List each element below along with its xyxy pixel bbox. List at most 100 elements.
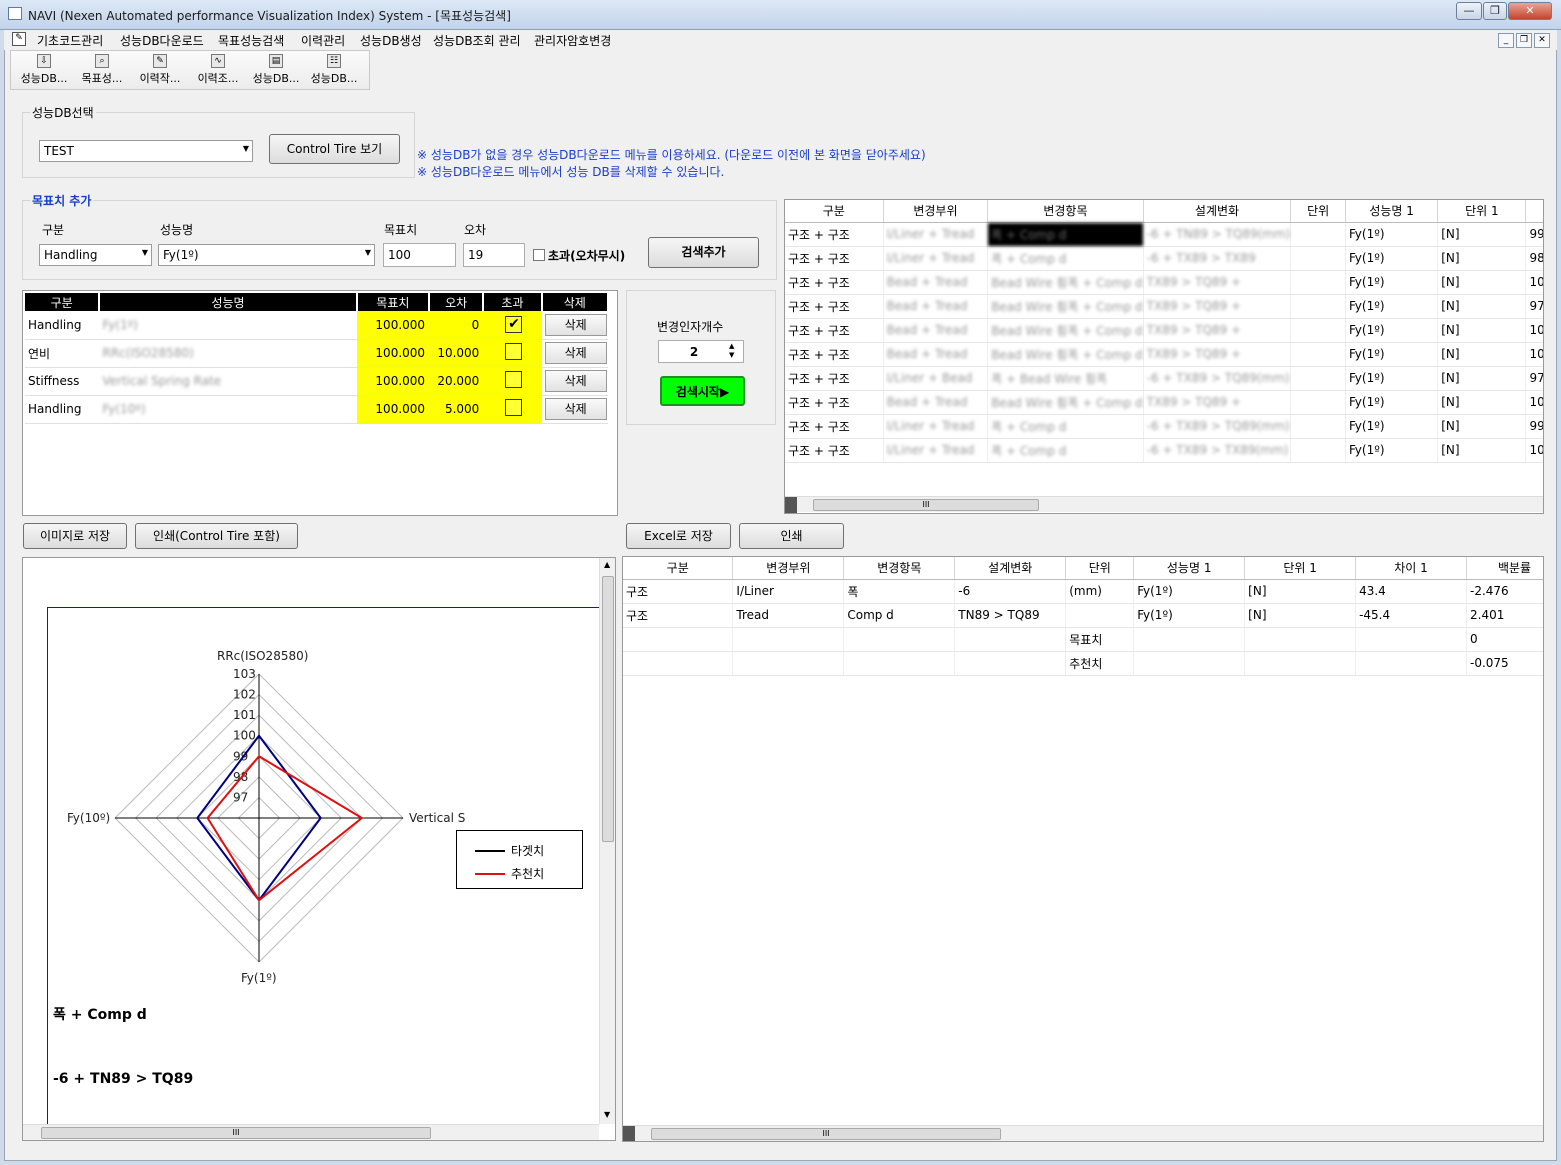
- delete-button[interactable]: 삭제: [544, 313, 607, 336]
- toolbar-history-view[interactable]: ∿ 이력조...: [189, 54, 247, 86]
- legend-swatch-target: [475, 850, 505, 852]
- table-row[interactable]: 구조 I/Liner 폭 -6 (mm) Fy(1º) [N] 43.4 -2.476: [623, 579, 1543, 604]
- radar-tick-label: 101: [233, 708, 256, 722]
- detail-panel: 구분 변경부위 변경항목 설계변화 단위 성능명 1 단위 1 차이 1 백분률 구조 I/Lin…: [622, 556, 1544, 1142]
- close-icon[interactable]: ✕: [1508, 2, 1552, 20]
- menu-item-history[interactable]: 이력관리: [301, 32, 345, 49]
- delete-button[interactable]: 삭제: [544, 370, 607, 392]
- notepad-icon: ✎: [12, 32, 26, 46]
- print-button[interactable]: 인쇄: [739, 523, 844, 549]
- table-row[interactable]: 구조 + 구조 I/Liner + Tread 폭 + Comp d -6 + TX8…: [785, 246, 1543, 271]
- target-add-label: 목표치 추가: [30, 192, 94, 209]
- detail-table: 구분 변경부위 변경항목 설계변화 단위 성능명 1 단위 1 차이 1 백분률 구조 I/Lin…: [623, 557, 1543, 676]
- search-icon: ⌕: [95, 54, 109, 68]
- menu-item-db-download[interactable]: 성능DB다운로드: [120, 32, 204, 49]
- download-icon: ⇩: [37, 54, 51, 68]
- db-select-label: 성능DB선택: [30, 104, 96, 121]
- chart-panel: 97 98 99 100 101 102 103 RRc(ISO28580) Vertical …: [22, 557, 616, 1141]
- table-row[interactable]: Stiffness Vertical Spring Rate 100.000 2…: [25, 367, 608, 396]
- toolbar-target-search[interactable]: ⌕ 목표성...: [73, 54, 131, 86]
- factor-count-label: 변경인자개수: [657, 320, 724, 334]
- scroll-thumb[interactable]: III: [41, 1127, 431, 1139]
- menu-item-codes[interactable]: 기초코드관리: [37, 32, 103, 49]
- menu-item-target-search[interactable]: 목표성능검색: [218, 32, 284, 49]
- chart-legend: 타겟치 추천치: [456, 830, 583, 889]
- radar-axis-label: Vertical S: [409, 811, 465, 825]
- delete-button[interactable]: 삭제: [544, 398, 607, 420]
- save-excel-button[interactable]: Excel로 저장: [626, 523, 731, 549]
- menu-item-password[interactable]: 관리자암호변경: [534, 32, 611, 49]
- table-row[interactable]: 목표치 0: [623, 627, 1543, 652]
- exceed-checkbox[interactable]: [505, 371, 523, 388]
- scroll-thumb[interactable]: [602, 576, 614, 842]
- mdi-minimize-icon[interactable]: _: [1498, 33, 1514, 48]
- table-row[interactable]: 구조 Tread Comp d TN89 > TQ89 Fy(1º) [N] -45.4 2.…: [623, 603, 1543, 628]
- radar-axis-label: Fy(10º): [67, 811, 110, 825]
- chart-icon: ∿: [211, 54, 225, 68]
- toolbar: ⇩ 성능DB... ⌕ 목표성... ✎ 이력작... ∿ 이력조... ▤ 성능DB..…: [10, 50, 370, 90]
- category-combo[interactable]: Handling ▼: [39, 244, 152, 266]
- table-row[interactable]: 연비 RRc(ISO28580) 100.000 10.000 삭제: [25, 339, 608, 368]
- scroll-up-icon[interactable]: ▲: [604, 560, 610, 569]
- delete-button[interactable]: 삭제: [544, 342, 607, 364]
- chart-hscroll[interactable]: III: [23, 1124, 599, 1140]
- db-select-combo[interactable]: TEST ▼: [39, 140, 253, 162]
- exceed-checkbox[interactable]: [505, 343, 523, 360]
- chart-vscroll[interactable]: ▲ ▼: [599, 558, 615, 1124]
- save-image-button[interactable]: 이미지로 저장: [23, 523, 127, 549]
- table-row[interactable]: 구조 + 구조 Bead + Tread Bead Wire 횡폭 + Comp d…: [785, 270, 1543, 295]
- perf-name-label: 성능명: [160, 223, 194, 237]
- table-row[interactable]: Handling Fy(1º) 100.000 0 ✔ 삭제: [25, 311, 608, 340]
- radar-tick-label: 102: [233, 688, 256, 702]
- tolerance-input[interactable]: 19: [463, 243, 525, 267]
- toolbar-db-create[interactable]: ▤ 성능DB...: [247, 54, 305, 86]
- legend-swatch-recommended: [475, 873, 505, 875]
- exceed-checkbox[interactable]: [505, 399, 523, 416]
- table-row[interactable]: 구조 + 구조 Bead + Tread Bead Wire 횡폭 + Comp d…: [785, 294, 1543, 319]
- spinner-arrows-icon[interactable]: ▲ ▼: [729, 342, 734, 360]
- scroll-thumb[interactable]: III: [813, 499, 1039, 511]
- perf-name-combo[interactable]: Fy(1º) ▼: [158, 244, 375, 266]
- table-row[interactable]: 구조 + 구조 I/Liner + Bead 폭 + Bead Wire 횡폭 -6 …: [785, 366, 1543, 391]
- mdi-close-icon[interactable]: ✕: [1534, 33, 1550, 48]
- table-row[interactable]: 구조 + 구조 Bead + Tread Bead Wire 횡폭 + Comp d…: [785, 342, 1543, 367]
- chart-caption-2: -6 + TN89 > TQ89: [53, 1071, 194, 1087]
- table-row[interactable]: 추천치 -0.075: [623, 651, 1543, 676]
- toolbar-db-download[interactable]: ⇩ 성능DB...: [15, 54, 73, 86]
- start-search-button[interactable]: 검색시작▶: [660, 376, 745, 406]
- toolbar-history-write[interactable]: ✎ 이력작...: [131, 54, 189, 86]
- radar-axis-label: Fy(1º): [241, 971, 277, 985]
- results-hscroll[interactable]: III: [785, 496, 1543, 513]
- notice-line-1: ※ 성능DB가 없을 경우 성능DB다운로드 메뉴를 이용하세요. (다운로드 …: [417, 148, 926, 162]
- add-search-button[interactable]: 검색추가: [648, 237, 759, 268]
- menu-item-db-view[interactable]: 성능DB조회 관리: [433, 32, 521, 49]
- exceed-checkbox-checked[interactable]: ✔: [505, 316, 523, 334]
- print-control-button[interactable]: 인쇄(Control Tire 포함): [135, 523, 298, 549]
- chevron-down-icon: ▼: [364, 248, 371, 257]
- col-delete: 삭제: [541, 293, 610, 311]
- detail-hscroll[interactable]: III: [623, 1125, 1543, 1141]
- results-table: 구분 변경부위 변경항목 설계변화 단위 성능명 1 단위 1 구조 + 구조 I…: [785, 200, 1543, 463]
- table-row[interactable]: 구조 + 구조 I/Liner + Tread 폭 + Comp d -6 + TX8…: [785, 438, 1543, 463]
- col-tolerance: 오차: [429, 293, 485, 311]
- table-row[interactable]: 구조 + 구조 Bead + Tread Bead Wire 횡폭 + Comp d…: [785, 318, 1543, 343]
- exceed-label: 초과(오차무시): [548, 249, 626, 263]
- table-row[interactable]: Handling Fy(10º) 100.000 5.000 삭제: [25, 395, 608, 424]
- mdi-restore-icon[interactable]: ❐: [1516, 33, 1532, 48]
- control-tire-button[interactable]: Control Tire 보기: [269, 134, 400, 164]
- radar-tick-label: 100: [233, 729, 256, 743]
- scroll-down-icon[interactable]: ▼: [604, 1110, 610, 1119]
- scroll-thumb[interactable]: III: [651, 1128, 1001, 1140]
- menu-bar: ✎ 기초코드관리 성능DB다운로드 목표성능검색 이력관리 성능DB생성 성능D…: [4, 30, 1557, 50]
- exceed-checkbox[interactable]: [533, 249, 545, 261]
- menu-item-db-create[interactable]: 성능DB생성: [360, 32, 422, 49]
- minimize-icon[interactable]: —: [1456, 2, 1482, 20]
- toolbar-db-view[interactable]: ☷ 성능DB...: [305, 54, 363, 86]
- target-value-input[interactable]: 100: [383, 243, 456, 267]
- legend-label-target: 타겟치: [511, 844, 545, 858]
- table-row[interactable]: 구조 + 구조 I/Liner + Tread 폭 + Comp d -6 + TX8…: [785, 414, 1543, 439]
- table-row[interactable]: 구조 + 구조 I/Liner + Tread 폭 + Comp d -6 + TN8…: [785, 222, 1543, 247]
- app-icon: [8, 7, 22, 20]
- maximize-icon[interactable]: ❐: [1483, 2, 1507, 20]
- table-row[interactable]: 구조 + 구조 Bead + Tread Bead Wire 횡폭 + Comp d…: [785, 390, 1543, 415]
